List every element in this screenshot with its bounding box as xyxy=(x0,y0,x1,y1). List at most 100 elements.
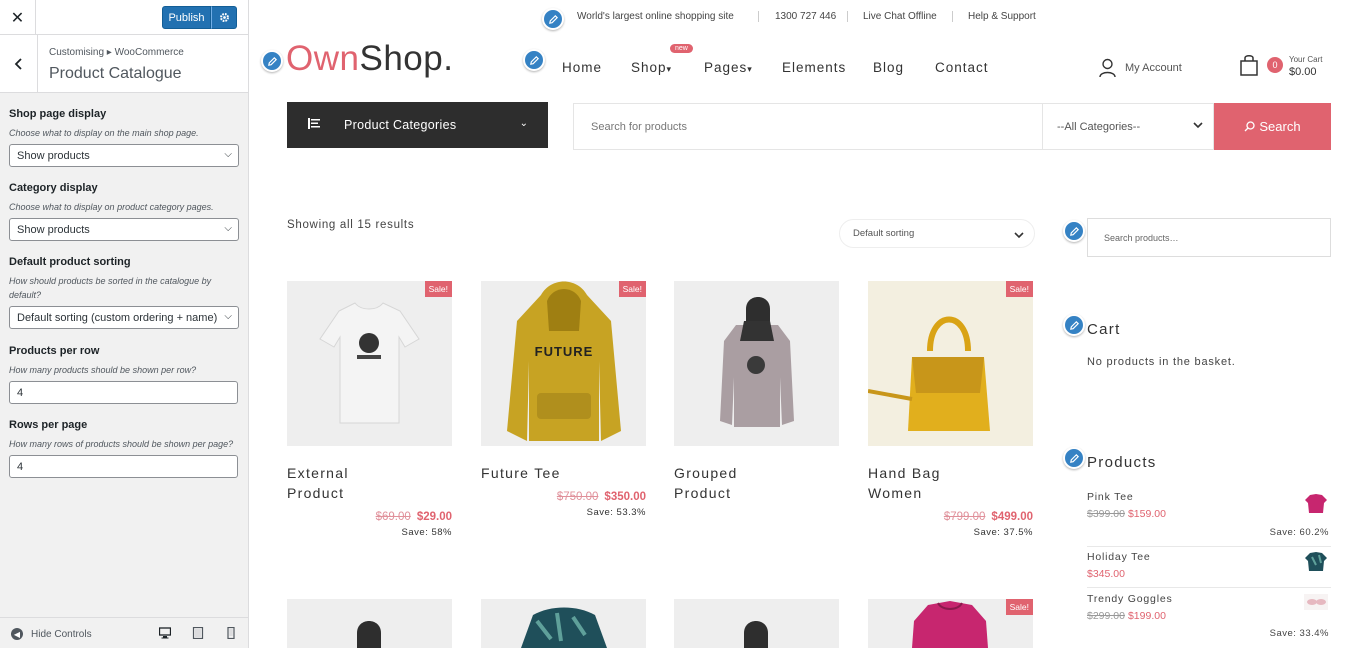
sidebar-search-input[interactable]: Search products… xyxy=(1087,218,1331,257)
sidebar-product-name[interactable]: Trendy Goggles xyxy=(1087,593,1331,605)
divider xyxy=(952,11,953,22)
cart-widget-title: Cart xyxy=(1087,321,1121,338)
cart-count-badge: 0 xyxy=(1267,57,1283,73)
product-name[interactable]: Grouped Product xyxy=(674,463,839,503)
nav-elements[interactable]: Elements xyxy=(782,60,846,75)
sale-badge: Sale! xyxy=(1005,281,1033,297)
product-image[interactable]: Sale! xyxy=(868,281,1033,446)
phone-number[interactable]: 1300 727 446 xyxy=(775,11,836,22)
rows-per-page-input[interactable]: 4 xyxy=(9,455,238,478)
product-name-line: Product xyxy=(287,485,345,501)
mobile-preview-icon[interactable] xyxy=(225,627,237,639)
default-sorting-select[interactable]: Default sorting (custom ordering + name)… xyxy=(9,306,239,329)
old-price: $799.00 xyxy=(943,511,986,523)
sidebar-product-name[interactable]: Pink Tee xyxy=(1087,491,1331,503)
sidebar-product-price: $299.00 $199.00 xyxy=(1087,610,1331,622)
edit-shortcut-icon[interactable] xyxy=(542,8,564,30)
nav-shop[interactable]: Shop▾ xyxy=(631,60,672,75)
sidebar-product-name[interactable]: Holiday Tee xyxy=(1087,551,1331,563)
close-icon[interactable]: ✕ xyxy=(0,0,36,35)
hoodie-image xyxy=(357,621,381,648)
hoodie-image xyxy=(744,621,768,648)
cart-empty-message: No products in the basket. xyxy=(1087,356,1236,368)
tablet-preview-icon[interactable] xyxy=(192,627,204,639)
save-percent: Save: 33.4% xyxy=(1269,628,1329,639)
help-support-link[interactable]: Help & Support xyxy=(968,11,1036,22)
shopping-bag-icon[interactable] xyxy=(1239,54,1259,76)
divider xyxy=(1087,587,1331,588)
product-search-input[interactable]: Search for products xyxy=(573,103,1043,150)
product-card[interactable]: FUTURE Sale! Future Tee $750.00 $350.00 S… xyxy=(481,281,646,518)
desktop-preview-icon[interactable] xyxy=(159,627,171,639)
product-name[interactable]: Hand Bag Women xyxy=(868,463,1033,503)
save-percent: Save: 58% xyxy=(401,527,452,538)
sidebar-product-item[interactable]: Holiday Tee $345.00 xyxy=(1087,551,1331,580)
old-price: $750.00 xyxy=(556,491,599,503)
field-description: How should products be sorted in the cat… xyxy=(9,276,212,300)
gear-icon[interactable] xyxy=(211,6,237,29)
edit-shortcut-icon[interactable] xyxy=(1063,447,1085,469)
category-display-select[interactable]: Show products ⌵ xyxy=(9,218,239,241)
palm-shirt-image xyxy=(521,607,607,648)
search-category-select[interactable]: --All Categories-- xyxy=(1042,103,1214,150)
product-image[interactable]: Sale! xyxy=(287,281,452,446)
sidebar-product-item[interactable]: Trendy Goggles $299.00 $199.00 Save: 33.4… xyxy=(1087,590,1331,639)
caret-down-icon: ▾ xyxy=(747,64,753,74)
product-card[interactable]: Grouped Product xyxy=(674,281,839,503)
publish-button[interactable]: Publish xyxy=(162,6,211,29)
nav-contact[interactable]: Contact xyxy=(935,60,989,75)
sidebar-product-item[interactable]: Pink Tee $399.00 $159.00 Save: 60.2% xyxy=(1087,491,1331,538)
holiday-tee-thumbnail[interactable] xyxy=(1304,549,1328,573)
sale-badge: Sale! xyxy=(618,281,646,297)
save-percent: Save: 53.3% xyxy=(586,507,646,518)
my-account-link[interactable]: My Account xyxy=(1099,58,1182,78)
edit-shortcut-icon[interactable] xyxy=(1063,220,1085,242)
product-name[interactable]: External Product xyxy=(287,463,452,503)
nav-blog[interactable]: Blog xyxy=(873,60,904,75)
edit-shortcut-icon[interactable] xyxy=(261,50,283,72)
user-icon xyxy=(1099,58,1116,78)
shop-page-display-field: Shop page display Choose what to display… xyxy=(9,108,239,167)
pink-tee-thumbnail[interactable] xyxy=(1304,491,1328,515)
product-name-line: Future Tee xyxy=(481,465,561,481)
live-chat-status[interactable]: Live Chat Offline xyxy=(863,11,937,22)
search-category-value: --All Categories-- xyxy=(1057,120,1141,133)
product-image[interactable] xyxy=(481,599,646,648)
edit-shortcut-icon[interactable] xyxy=(523,49,545,71)
product-image[interactable]: Sale! xyxy=(868,599,1033,648)
nav-pages-label: Pages xyxy=(704,60,748,75)
sorting-select[interactable]: Default sorting xyxy=(839,219,1035,248)
search-button-label: Search xyxy=(1259,119,1301,134)
product-card[interactable]: Sale! Hand Bag Women $799.00 $499.00 Save:… xyxy=(868,281,1033,538)
nav-home[interactable]: Home xyxy=(562,60,602,75)
product-image[interactable]: FUTURE Sale! xyxy=(481,281,646,446)
edit-shortcut-icon[interactable] xyxy=(1063,314,1085,336)
select-value: Show products xyxy=(17,149,90,162)
product-name[interactable]: Future Tee xyxy=(481,463,646,483)
save-percent: Save: 37.5% xyxy=(973,527,1033,538)
customizer-footer: ◀ Hide Controls xyxy=(0,617,248,648)
list-icon xyxy=(308,118,320,129)
product-image[interactable] xyxy=(287,599,452,648)
search-button[interactable]: Search xyxy=(1214,103,1331,150)
search-icon xyxy=(1244,121,1256,132)
save-percent: Save: 60.2% xyxy=(1269,527,1329,538)
back-chevron-icon[interactable] xyxy=(0,35,38,92)
cart-total[interactable]: $0.00 xyxy=(1289,66,1317,78)
nav-shop-label: Shop xyxy=(631,60,667,75)
product-name-line: Grouped xyxy=(674,465,738,481)
product-card[interactable]: Sale! External Product $69.00 $29.00 Save:… xyxy=(287,281,452,538)
site-logo[interactable]: OwnShop. xyxy=(286,39,453,79)
goggles-thumbnail[interactable] xyxy=(1304,590,1328,614)
sale-price: $199.00 xyxy=(1127,610,1166,622)
shop-page-display-select[interactable]: Show products ⌵ xyxy=(9,144,239,167)
products-per-row-input[interactable]: 4 xyxy=(9,381,238,404)
hide-controls-button[interactable]: ◀ Hide Controls xyxy=(11,628,92,640)
product-image[interactable] xyxy=(674,281,839,446)
nav-pages[interactable]: Pages▾ xyxy=(704,60,753,75)
chevron-down-icon xyxy=(1014,232,1024,239)
sale-badge: Sale! xyxy=(1005,599,1033,615)
field-label: Category display xyxy=(9,182,98,194)
product-categories-button[interactable]: Product Categories ⌄ xyxy=(287,102,548,148)
product-image[interactable] xyxy=(674,599,839,648)
